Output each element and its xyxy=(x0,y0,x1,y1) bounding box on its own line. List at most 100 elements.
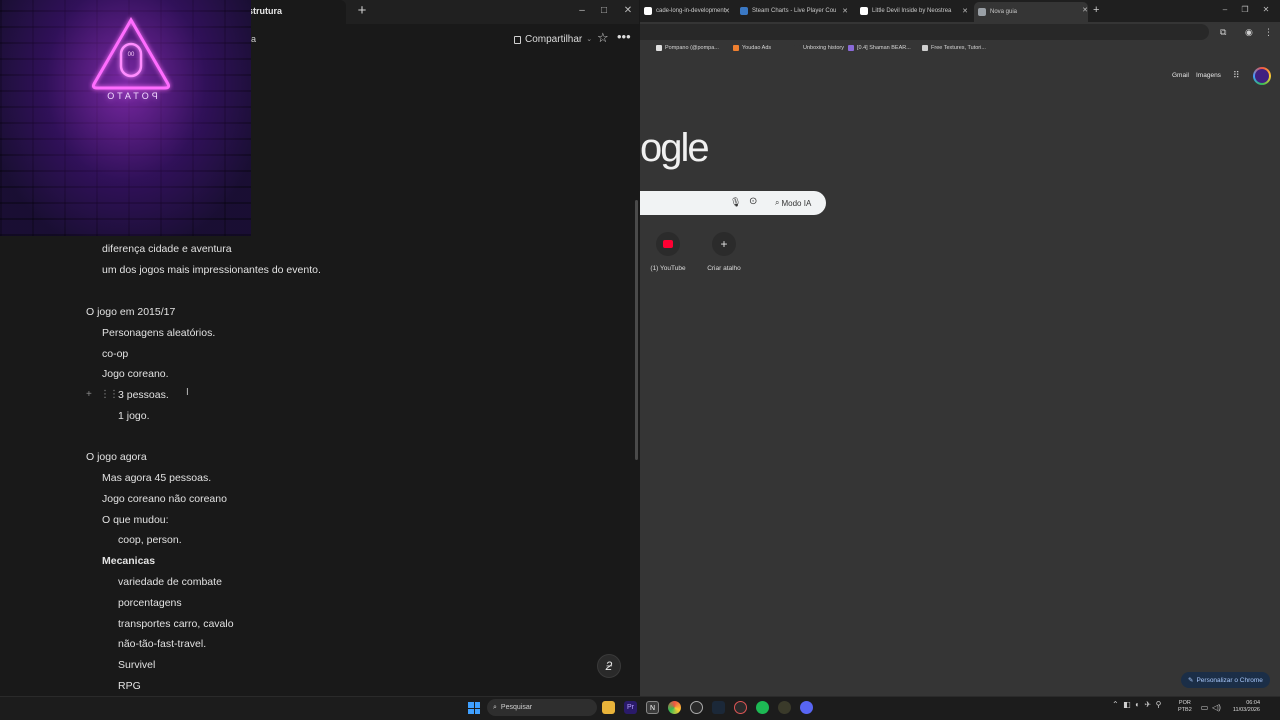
system-tray-icons[interactable]: ⌃ ◧ ◐ ✈ ⚲ xyxy=(1112,700,1161,709)
taskbar xyxy=(0,696,1280,720)
browser-tab[interactable]: cade-long-in-development ✕ xyxy=(640,3,730,19)
note-line[interactable]: transportes carro, cavalo xyxy=(118,617,234,631)
note-line[interactable]: Mecanicas xyxy=(102,554,155,568)
volume-icon[interactable]: ◁) xyxy=(1210,701,1223,714)
lock-icon xyxy=(514,36,521,44)
note-line[interactable]: Survivel xyxy=(118,658,155,672)
bookmark-item[interactable]: Free Textures, Tutori... xyxy=(922,45,986,51)
gmail-link[interactable]: Gmail xyxy=(1172,72,1189,79)
bookmark-icon xyxy=(922,45,928,51)
ai-mode-label: Modo IA xyxy=(781,198,812,208)
note-line[interactable]: Jogo coreano. xyxy=(102,367,169,381)
menu-icon[interactable]: ⋮ xyxy=(1264,26,1273,38)
note-line[interactable]: Mas agora 45 pessoas. xyxy=(102,471,211,485)
bookmark-item[interactable]: Youdao Ads xyxy=(733,45,771,51)
tab-close-icon[interactable]: ✕ xyxy=(1082,6,1088,14)
avatar[interactable] xyxy=(1253,67,1271,85)
tab-label: Little Devil Inside by Neostrea xyxy=(872,8,952,14)
app-icon[interactable] xyxy=(778,701,791,714)
browser-window: cade-long-in-development ✕ Steam Charts - … xyxy=(640,0,1280,696)
notes-tab-title[interactable]: strutura xyxy=(248,6,282,16)
discord-icon[interactable] xyxy=(800,701,813,714)
images-link[interactable]: Imagens xyxy=(1196,72,1221,79)
chrome-icon[interactable] xyxy=(668,701,681,714)
drag-handle-icon[interactable]: ⋮⋮ xyxy=(100,389,119,400)
bookmark-item[interactable]: [0.4] Shaman BEAR... xyxy=(848,45,911,51)
bookmark-label: Youdao Ads xyxy=(742,45,772,51)
ai-mode-button[interactable]: ⌕ Modo IA xyxy=(770,195,816,211)
note-line[interactable]: Personagens aleatórios. xyxy=(102,326,215,340)
stream-overlay: 00 POTATO xyxy=(0,0,251,236)
potato-logo-icon: 00 xyxy=(91,17,171,90)
browser-tab[interactable]: Little Devil Inside by Neostrea ✕ xyxy=(856,3,968,19)
apps-grid-icon[interactable]: ⠿ xyxy=(1233,70,1240,80)
file-explorer-icon[interactable] xyxy=(602,701,615,714)
restore-icon[interactable]: ❐ xyxy=(1238,3,1252,17)
windows-start-icon[interactable] xyxy=(468,702,480,714)
tab-close-icon[interactable]: ✕ xyxy=(724,7,730,15)
minimize-icon[interactable]: – xyxy=(1218,3,1232,17)
shortcut-label: Criar atalho xyxy=(707,265,741,272)
tab-close-icon[interactable]: ✕ xyxy=(962,7,968,15)
notion-icon[interactable]: N xyxy=(646,701,659,714)
note-line[interactable]: não-tão-fast-travel. xyxy=(118,637,206,651)
note-line[interactable]: diferença cidade e aventura xyxy=(102,242,232,256)
note-line[interactable]: 1 jogo. xyxy=(118,409,150,423)
note-line[interactable]: porcentagens xyxy=(118,596,182,610)
clock-time: 06:04 xyxy=(1246,700,1260,706)
browser-tab[interactable]: Steam Charts - Live Player Cou ✕ xyxy=(736,3,848,19)
note-line[interactable]: Jogo coreano não coreano xyxy=(102,492,227,506)
language-indicator[interactable]: POR PTB2 xyxy=(1178,700,1192,714)
address-bar[interactable] xyxy=(640,24,1209,40)
browser-tab[interactable]: Nova guia ✕ xyxy=(974,2,1088,22)
lang-line1: POR xyxy=(1178,700,1191,706)
new-tab-icon[interactable]: + xyxy=(354,3,370,19)
plus-icon: + xyxy=(712,232,736,256)
new-tab-icon[interactable]: + xyxy=(1093,4,1099,16)
scrollbar[interactable] xyxy=(635,200,638,460)
minimize-icon[interactable]: – xyxy=(575,4,589,18)
maximize-icon[interactable]: □ xyxy=(597,4,611,18)
note-line[interactable]: O que mudou: xyxy=(102,513,169,527)
tab-close-icon[interactable]: ✕ xyxy=(842,7,848,15)
note-line[interactable]: co-op xyxy=(102,347,128,361)
lens-icon[interactable]: ⊙ xyxy=(749,196,757,207)
profile-icon[interactable]: ◉ xyxy=(1245,26,1253,38)
note-line[interactable]: O jogo agora xyxy=(86,450,147,464)
google-logo: ogle xyxy=(640,126,710,170)
mic-icon[interactable]: 🎙 xyxy=(730,197,741,208)
bookmark-label: Unboxing history xyxy=(803,45,844,51)
bookmark-item[interactable]: Unboxing history xyxy=(794,45,844,51)
steam-icon[interactable] xyxy=(712,701,725,714)
note-line[interactable]: 3 pessoas. xyxy=(118,388,169,402)
extensions-icon[interactable]: ⧉ xyxy=(1220,26,1226,38)
star-icon[interactable]: ☆ xyxy=(597,30,609,46)
shortcut-add[interactable]: + Criar atalho xyxy=(700,232,748,272)
tab-label: cade-long-in-development xyxy=(656,8,726,14)
taskbar-search[interactable]: ⌕ Pesquisar xyxy=(487,699,597,716)
note-line[interactable]: um dos jogos mais impressionantes do eve… xyxy=(102,263,321,277)
obs-icon[interactable] xyxy=(690,701,703,714)
bookmark-label: [0.4] Shaman BEAR... xyxy=(857,45,911,51)
tab-label: Nova guia xyxy=(990,9,1018,15)
premiere-icon[interactable]: Pr xyxy=(624,701,637,714)
ai-assistant-button[interactable]: ƻ xyxy=(597,654,621,678)
app-icon[interactable] xyxy=(734,701,747,714)
close-icon[interactable]: ✕ xyxy=(1259,3,1273,17)
bookmark-label: Free Textures, Tutori... xyxy=(931,45,986,51)
add-block-icon[interactable]: + xyxy=(86,389,92,400)
more-icon[interactable]: ••• xyxy=(617,29,631,45)
note-line[interactable]: variedade de combate xyxy=(118,575,222,589)
youtube-icon xyxy=(656,232,680,256)
note-line[interactable]: coop, person. xyxy=(118,533,182,547)
clock[interactable]: 06:04 11/03/2026 xyxy=(1228,700,1260,714)
shortcut-youtube[interactable]: (1) YouTube xyxy=(644,232,692,272)
note-line[interactable]: O jogo em 2015/17 xyxy=(86,305,175,319)
bookmark-item[interactable]: Pompano (@pompa... xyxy=(656,45,719,51)
spotify-icon[interactable] xyxy=(756,701,769,714)
note-line[interactable]: RPG xyxy=(118,679,141,693)
customize-label: Personalizar o Chrome xyxy=(1196,676,1263,684)
close-icon[interactable]: ✕ xyxy=(621,4,635,18)
share-button[interactable]: Compartilhar ⌄ xyxy=(510,30,596,48)
customize-chrome-button[interactable]: ✎ Personalizar o Chrome xyxy=(1181,672,1270,688)
